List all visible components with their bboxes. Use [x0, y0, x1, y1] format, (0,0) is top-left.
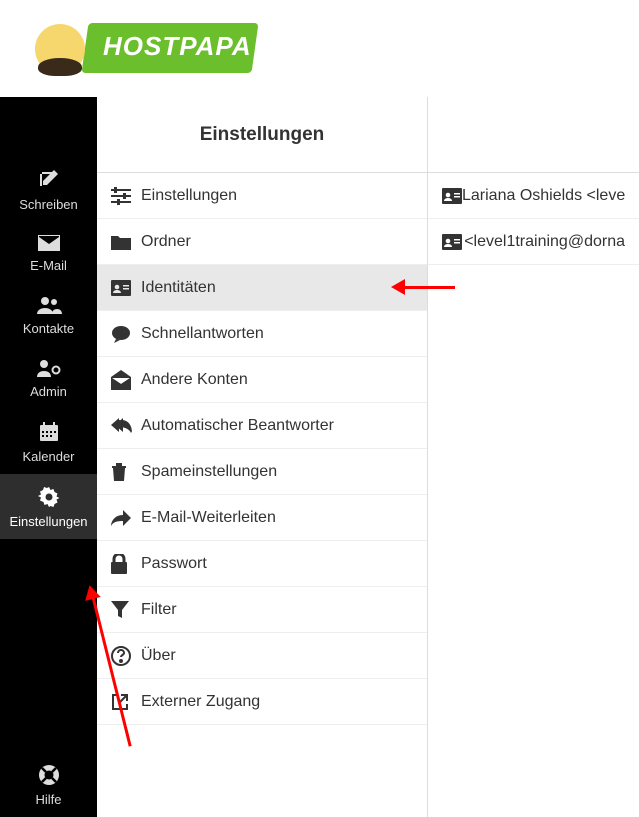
- gear-icon: [38, 486, 60, 508]
- settings-row-label: Ordner: [141, 233, 191, 251]
- idcard-icon: [442, 234, 464, 250]
- identity-row-0[interactable]: Lariana Oshields <leve: [428, 173, 639, 219]
- logo-mascot-icon: [25, 16, 95, 86]
- settings-responses[interactable]: Schnellantworten: [97, 311, 427, 357]
- reply-all-icon: [111, 418, 141, 434]
- sidebar-admin[interactable]: Admin: [0, 346, 97, 409]
- settings-row-label: Passwort: [141, 555, 207, 573]
- admin-icon: [36, 358, 62, 378]
- settings-filter[interactable]: Filter: [97, 587, 427, 633]
- settings-other-accounts[interactable]: Andere Konten: [97, 357, 427, 403]
- sidebar-label: Kontakte: [23, 321, 74, 336]
- envelope-icon: [37, 234, 61, 252]
- envelope-open-icon: [111, 370, 141, 390]
- lock-icon: [111, 554, 141, 574]
- settings-row-label: Identitäten: [141, 279, 216, 297]
- question-icon: [111, 646, 141, 666]
- settings-row-label: Automatischer Beantworter: [141, 417, 334, 435]
- sidebar-compose[interactable]: Schreiben: [0, 157, 97, 222]
- contacts-icon: [36, 295, 62, 315]
- sidebar-label: Hilfe: [35, 792, 61, 807]
- life-ring-icon: [38, 764, 60, 786]
- settings-panel: Einstellungen Einstellungen Ordner Identit…: [97, 97, 428, 817]
- settings-row-label: Spameinstellungen: [141, 463, 277, 481]
- idcard-icon: [111, 280, 141, 296]
- settings-folders[interactable]: Ordner: [97, 219, 427, 265]
- identities-panel: Lariana Oshields <leve <level1training@do…: [428, 97, 639, 817]
- sidebar-label: Einstellungen: [9, 514, 87, 529]
- sidebar-label: Schreiben: [19, 197, 78, 212]
- sidebar-label: E-Mail: [30, 258, 67, 273]
- settings-row-label: Einstellungen: [141, 187, 237, 205]
- settings-row-label: Externer Zugang: [141, 693, 260, 711]
- filter-icon: [111, 601, 141, 619]
- folder-icon: [111, 234, 141, 250]
- app-header: HOSTPAPA: [0, 0, 639, 97]
- settings-panel-title: Einstellungen: [97, 97, 427, 173]
- sidebar-email[interactable]: E-Mail: [0, 222, 97, 283]
- settings-row-label: Filter: [141, 601, 177, 619]
- sidebar-help[interactable]: Hilfe: [0, 752, 97, 817]
- identity-label: <level1training@dorna: [464, 233, 625, 251]
- sidebar-settings[interactable]: Einstellungen: [0, 474, 97, 539]
- trash-icon: [111, 462, 141, 482]
- sliders-icon: [111, 187, 141, 205]
- settings-external-access[interactable]: Externer Zugang: [97, 679, 427, 725]
- settings-forwarding[interactable]: E-Mail-Weiterleiten: [97, 495, 427, 541]
- settings-preferences[interactable]: Einstellungen: [97, 173, 427, 219]
- compose-icon: [37, 169, 61, 191]
- logo-text: HOSTPAPA: [103, 31, 252, 62]
- settings-password[interactable]: Passwort: [97, 541, 427, 587]
- settings-row-label: Andere Konten: [141, 371, 248, 389]
- identity-label: Lariana Oshields <leve: [462, 187, 625, 205]
- sidebar-label: Kalender: [22, 449, 74, 464]
- identity-row-1[interactable]: <level1training@dorna: [428, 219, 639, 265]
- calendar-icon: [38, 421, 60, 443]
- settings-spam[interactable]: Spameinstellungen: [97, 449, 427, 495]
- hostpapa-logo: HOSTPAPA: [15, 11, 255, 86]
- settings-row-label: Über: [141, 647, 176, 665]
- forward-icon: [111, 510, 141, 526]
- idcard-icon: [442, 188, 462, 204]
- settings-row-label: Schnellantworten: [141, 325, 264, 343]
- settings-row-label: E-Mail-Weiterleiten: [141, 509, 276, 527]
- identities-panel-header: [428, 97, 639, 173]
- main-nav-sidebar: Schreiben E-Mail Kontakte Admin Kalender: [0, 97, 97, 817]
- sidebar-calendar[interactable]: Kalender: [0, 409, 97, 474]
- sidebar-contacts[interactable]: Kontakte: [0, 283, 97, 346]
- settings-about[interactable]: Über: [97, 633, 427, 679]
- settings-identities[interactable]: Identitäten: [97, 265, 427, 311]
- settings-autoresponder[interactable]: Automatischer Beantworter: [97, 403, 427, 449]
- annotation-arrow-identities: [395, 286, 455, 289]
- chat-icon: [111, 325, 141, 343]
- sidebar-label: Admin: [30, 384, 67, 399]
